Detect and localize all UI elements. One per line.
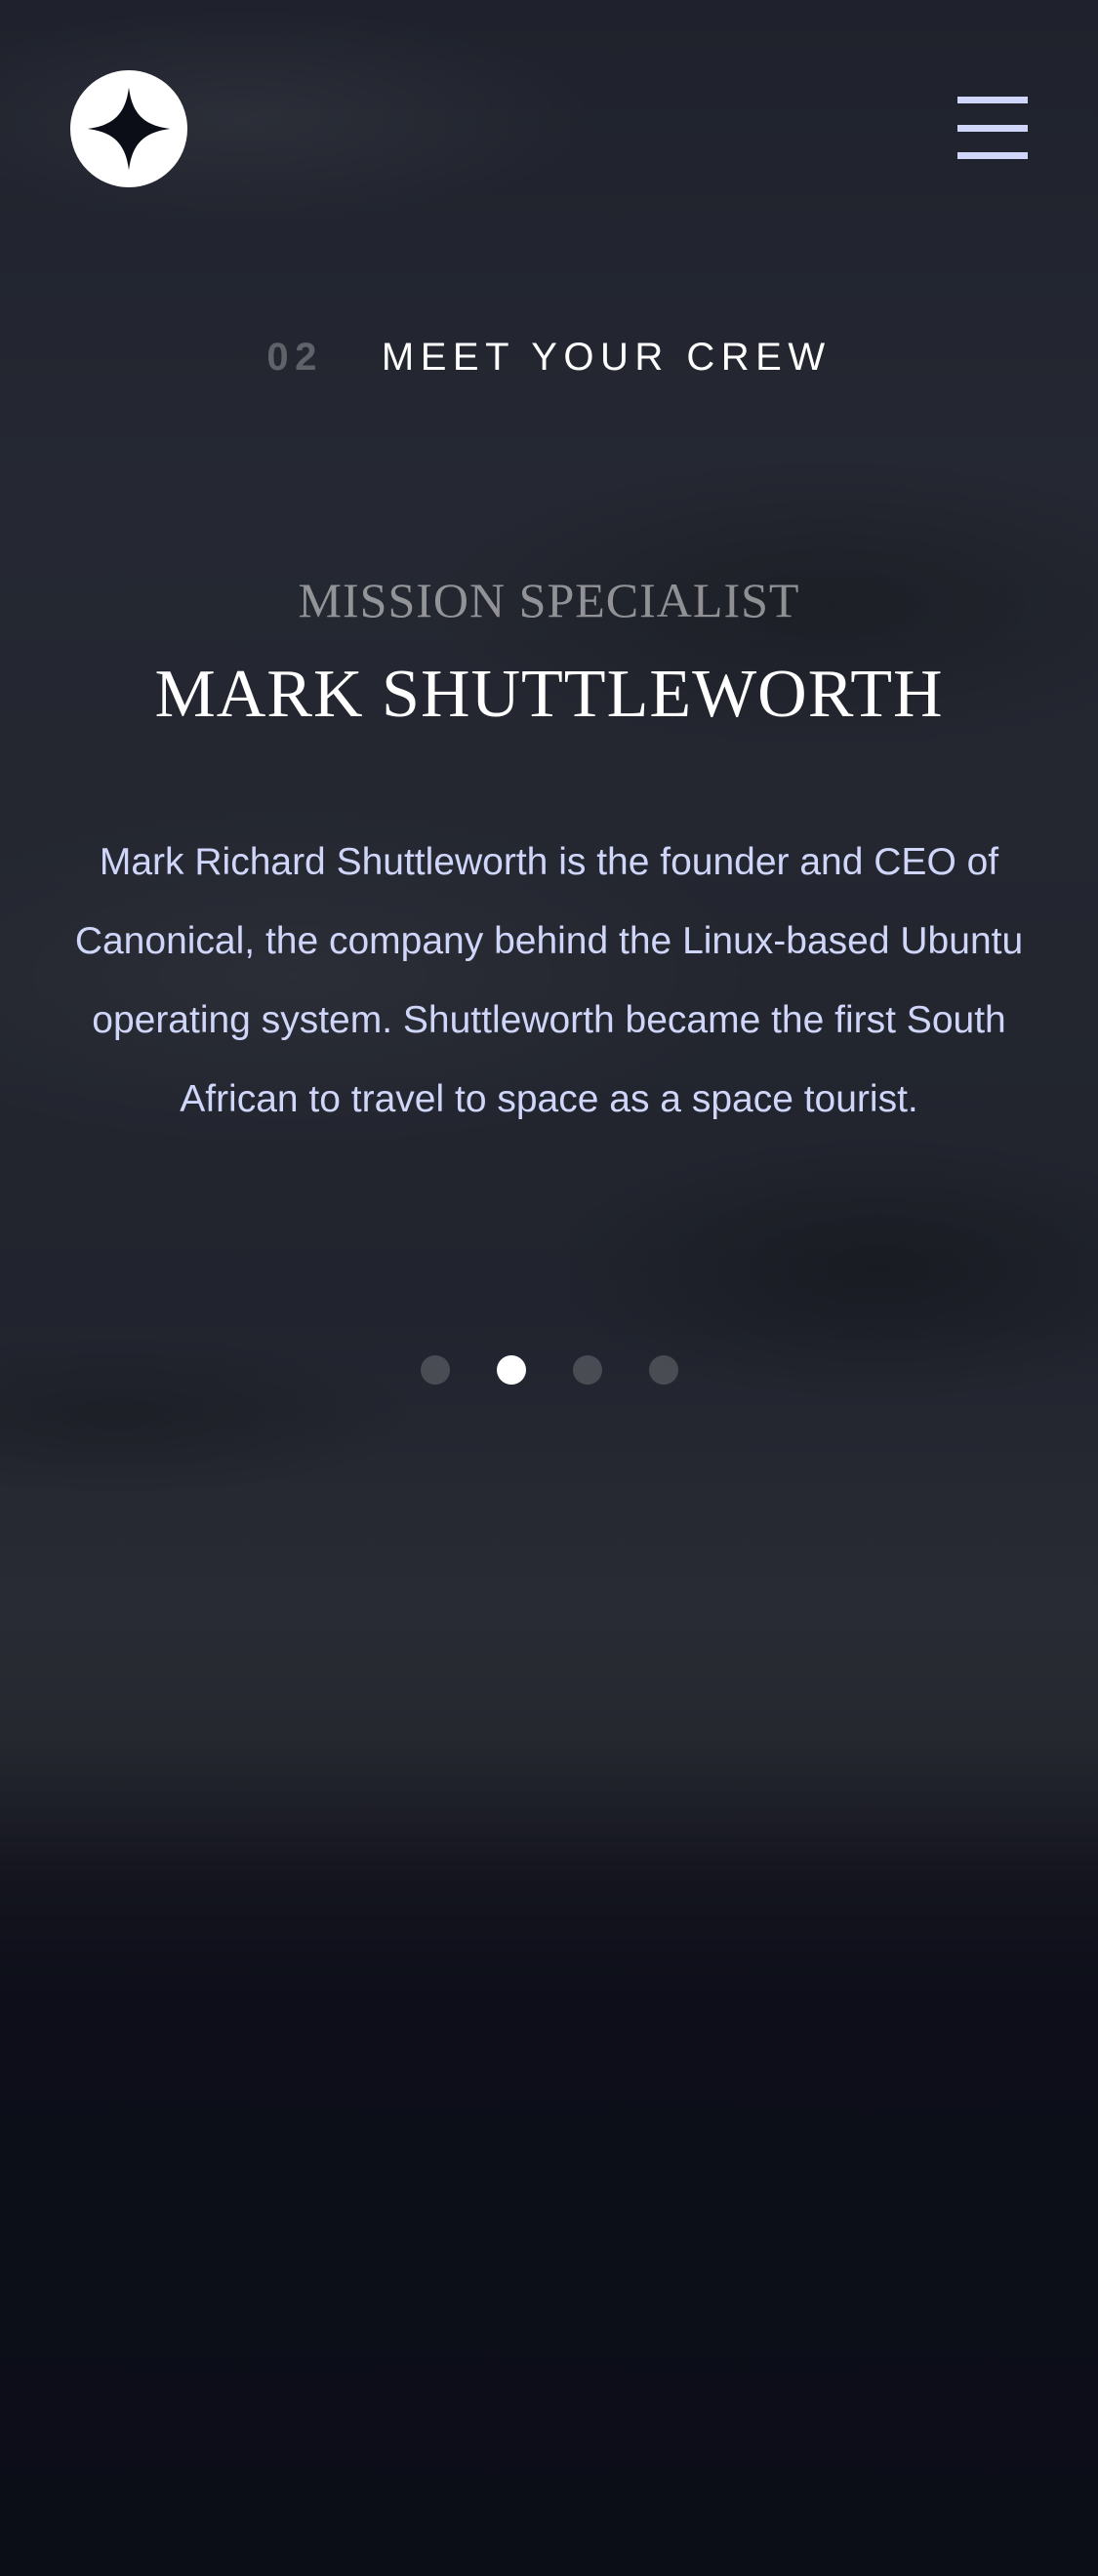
hamburger-menu-button[interactable] <box>957 97 1028 159</box>
crew-pagination <box>0 1355 1098 1385</box>
crew-role: MISSION SPECIALIST <box>298 573 800 627</box>
crew-name: MARK SHUTTLEWORTH <box>154 657 944 732</box>
hamburger-menu-icon <box>957 97 1028 159</box>
pagination-dot-4[interactable] <box>648 1355 678 1385</box>
pagination-dot-2-active[interactable] <box>496 1355 526 1385</box>
home-logo-link[interactable] <box>70 70 187 187</box>
section-number: 02 <box>266 336 323 379</box>
page-heading: 02 MEET YOUR CREW <box>0 328 1098 386</box>
crew-bio: Mark Richard Shuttleworth is the founder… <box>74 841 1024 1120</box>
background-image <box>0 0 1098 2576</box>
star-logo-icon <box>70 70 187 187</box>
pagination-dot-3[interactable] <box>572 1355 602 1385</box>
section-title: MEET YOUR CREW <box>381 336 832 379</box>
pagination-dot-1[interactable] <box>420 1355 450 1385</box>
